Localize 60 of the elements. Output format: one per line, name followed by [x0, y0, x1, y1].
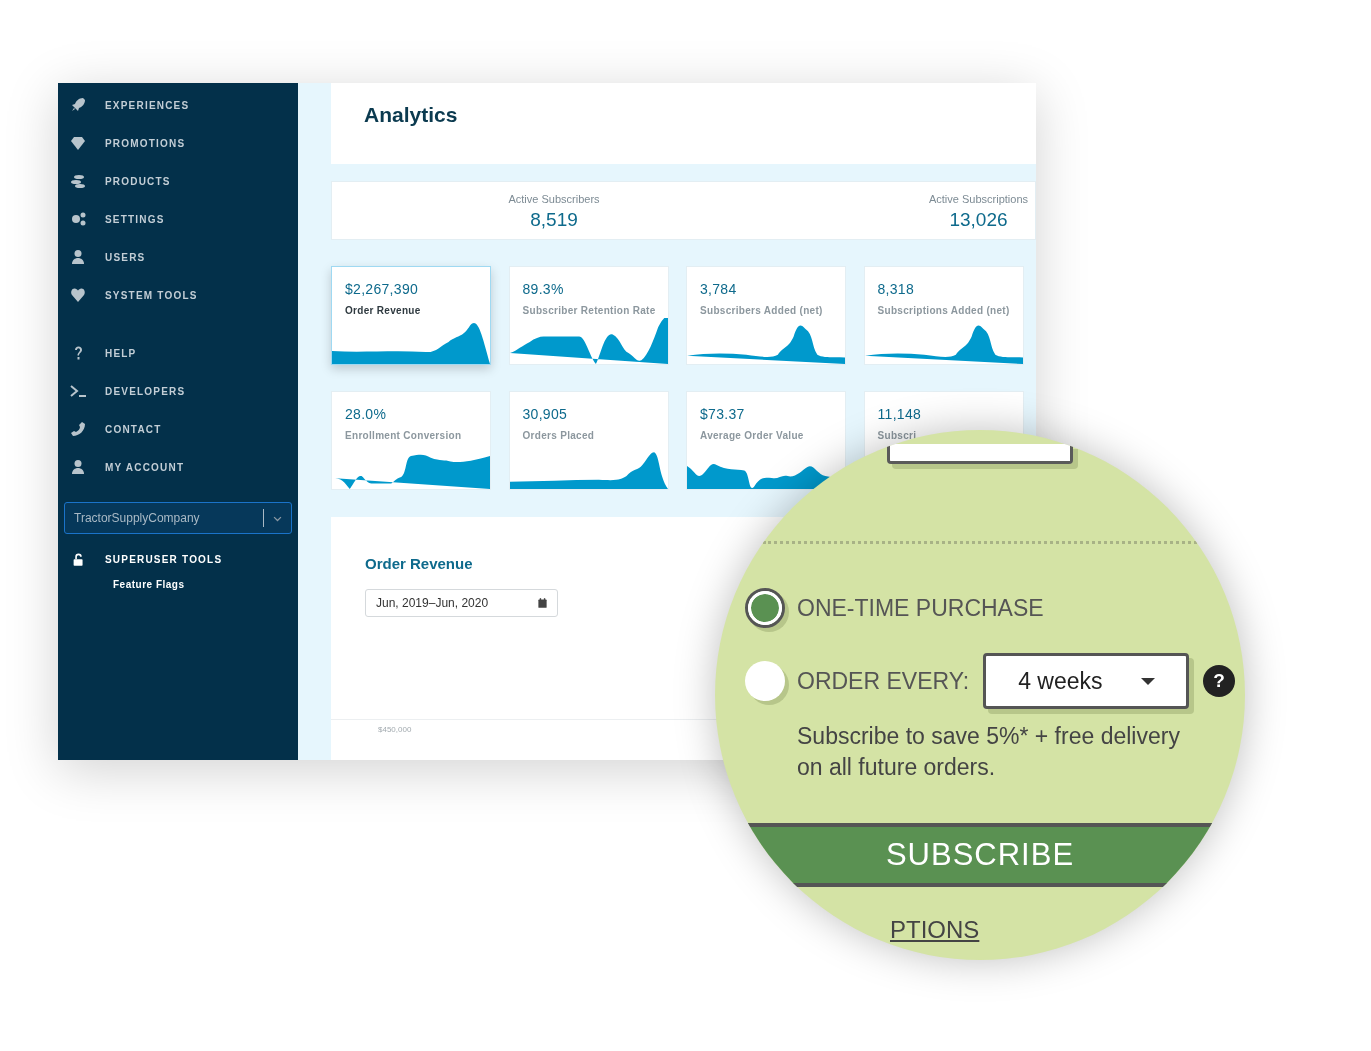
sidebar-item[interactable]: CONTACT	[58, 410, 298, 448]
stat-label: Active Subscriptions	[928, 192, 1028, 207]
metric-card[interactable]: 3,784 Subscribers Added (net)	[686, 266, 846, 365]
metric-label: Subscriptions Added (net)	[877, 304, 1010, 318]
sidebar-item[interactable]: SETTINGS	[58, 200, 298, 238]
metric-card[interactable]: 30,905 Orders Placed	[508, 391, 669, 490]
panel-title: Order Revenue	[365, 554, 473, 574]
metric-card[interactable]: 89.3% Subscriber Retention Rate	[508, 266, 669, 365]
stat-value: 8,519	[530, 207, 578, 232]
metric-card[interactable]: 8,318 Subscriptions Added (net)	[863, 266, 1024, 365]
subscription-note: Subscribe to save 5%* + free delivery on all future orders.	[797, 722, 1181, 782]
metric-card[interactable]: $2,267,390 Order Revenue	[331, 266, 491, 365]
metric-value: 8,318	[877, 280, 915, 299]
metric-value: 89.3%	[522, 280, 564, 299]
radio-button[interactable]	[745, 588, 785, 628]
padlock-icon	[72, 552, 85, 567]
sidebar-item[interactable]: SYSTEM TOOLS	[58, 276, 298, 314]
metric-value: $2,267,390	[345, 280, 419, 299]
diamond-icon	[70, 135, 86, 151]
terminal-prompt-icon	[70, 383, 86, 399]
metric-value: 11,148	[877, 405, 922, 424]
metric-label: Subscribers Added (net)	[700, 304, 823, 318]
person-icon	[70, 249, 86, 265]
metric-label: Subscri	[877, 429, 917, 443]
account-select[interactable]: TractorSupplyCompany	[64, 502, 292, 534]
stat-label: Active Subscribers	[508, 192, 600, 207]
metric-label: Subscriber Retention Rate	[522, 304, 656, 318]
stacked-discs-icon	[70, 173, 86, 189]
sidebar-item[interactable]: USERS	[58, 238, 298, 276]
option-label: ORDER EVERY:	[797, 666, 970, 696]
sidebar-item[interactable]: EXPERIENCES	[58, 86, 298, 124]
sidebar-item[interactable]: PRODUCTS	[58, 162, 298, 200]
metric-label: Enrollment Conversion	[345, 429, 462, 443]
options-link[interactable]: PTIONS	[890, 912, 980, 948]
rocket-icon	[70, 97, 86, 113]
phone-icon	[70, 421, 86, 437]
metric-label: Average Order Value	[700, 429, 804, 443]
person-icon	[70, 459, 86, 475]
sidebar-item[interactable]: MY ACCOUNT	[58, 448, 298, 486]
date-range-field[interactable]: Jun, 2019–Jun, 2020	[365, 589, 558, 617]
metric-card[interactable]: 28.0% Enrollment Conversion	[331, 391, 491, 490]
metric-label: Order Revenue	[345, 304, 421, 318]
radio-button[interactable]	[745, 661, 785, 701]
metric-value: $73.37	[700, 405, 745, 424]
sidebar-item[interactable]: DEVELOPERS	[58, 372, 298, 410]
section-heading: SUPERUSER TOOLS	[105, 553, 223, 567]
metric-value: 28.0%	[345, 405, 387, 424]
stat-value: 13,026	[949, 207, 1008, 232]
metric-value: 30,905	[522, 405, 568, 424]
sidebar-subitem[interactable]: Feature Flags	[113, 577, 185, 592]
sidebar-item[interactable]: HELP	[58, 334, 298, 372]
sidebar-item[interactable]: PROMOTIONS	[58, 124, 298, 162]
metric-card[interactable]: $73.37 Average Order Value	[686, 391, 846, 490]
metric-label: Orders Placed	[522, 429, 595, 443]
page-title: Analytics	[364, 102, 458, 128]
help-button[interactable]: ?	[1203, 665, 1236, 697]
option-label: ONE-TIME PURCHASE	[797, 593, 1044, 623]
calendar-icon	[537, 597, 548, 609]
metric-value: 3,784	[700, 280, 737, 299]
axis-label: $450,000	[378, 724, 412, 736]
